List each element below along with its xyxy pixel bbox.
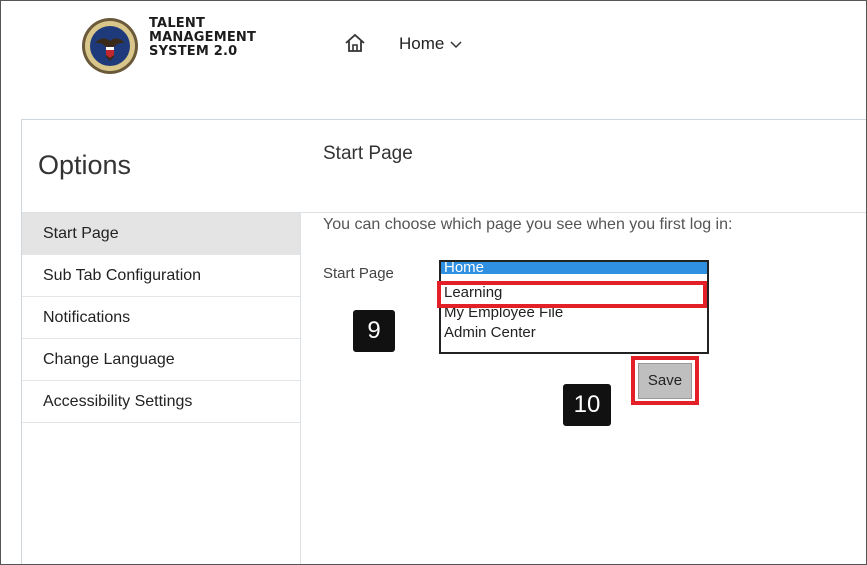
brand-line-3: SYSTEM 2.0 [149,44,238,59]
sidebar-item-accessibility-settings[interactable]: Accessibility Settings [22,381,300,423]
brand-line-1: TALENT [149,16,206,31]
step-badge-10: 10 [563,384,611,426]
page-title: Options [38,150,132,180]
top-header: TALENT MANAGEMENT SYSTEM 2.0 Home [1,1,866,96]
listbox-option-home[interactable]: Home [441,262,707,274]
sidebar-item-notifications[interactable]: Notifications [22,297,300,339]
brand-title: TALENT MANAGEMENT SYSTEM 2.0 [149,17,256,59]
home-menu-label: Home [399,34,445,53]
brand-line-2: MANAGEMENT [149,30,257,45]
listbox-option-admin-center[interactable]: Admin Center [441,323,707,343]
save-button[interactable]: Save [638,362,692,399]
chevron-down-icon [450,41,462,49]
options-sidebar: Start Page Sub Tab Configuration Notific… [22,213,301,564]
section-heading: Start Page [323,143,413,164]
sidebar-item-sub-tab-configuration[interactable]: Sub Tab Configuration [22,255,300,297]
home-icon[interactable] [344,32,366,54]
learning-highlight [437,281,707,308]
sidebar-item-change-language[interactable]: Change Language [22,339,300,381]
app-frame: TALENT MANAGEMENT SYSTEM 2.0 Home Option… [0,0,867,565]
step-badge-9: 9 [353,310,395,352]
sidebar-item-start-page[interactable]: Start Page [22,213,300,255]
home-menu-button[interactable]: Home [399,34,462,54]
section-description: You can choose which page you see when y… [323,216,733,233]
save-highlight: Save [631,356,699,405]
va-seal-icon[interactable] [81,17,139,75]
start-page-label: Start Page [323,265,394,282]
